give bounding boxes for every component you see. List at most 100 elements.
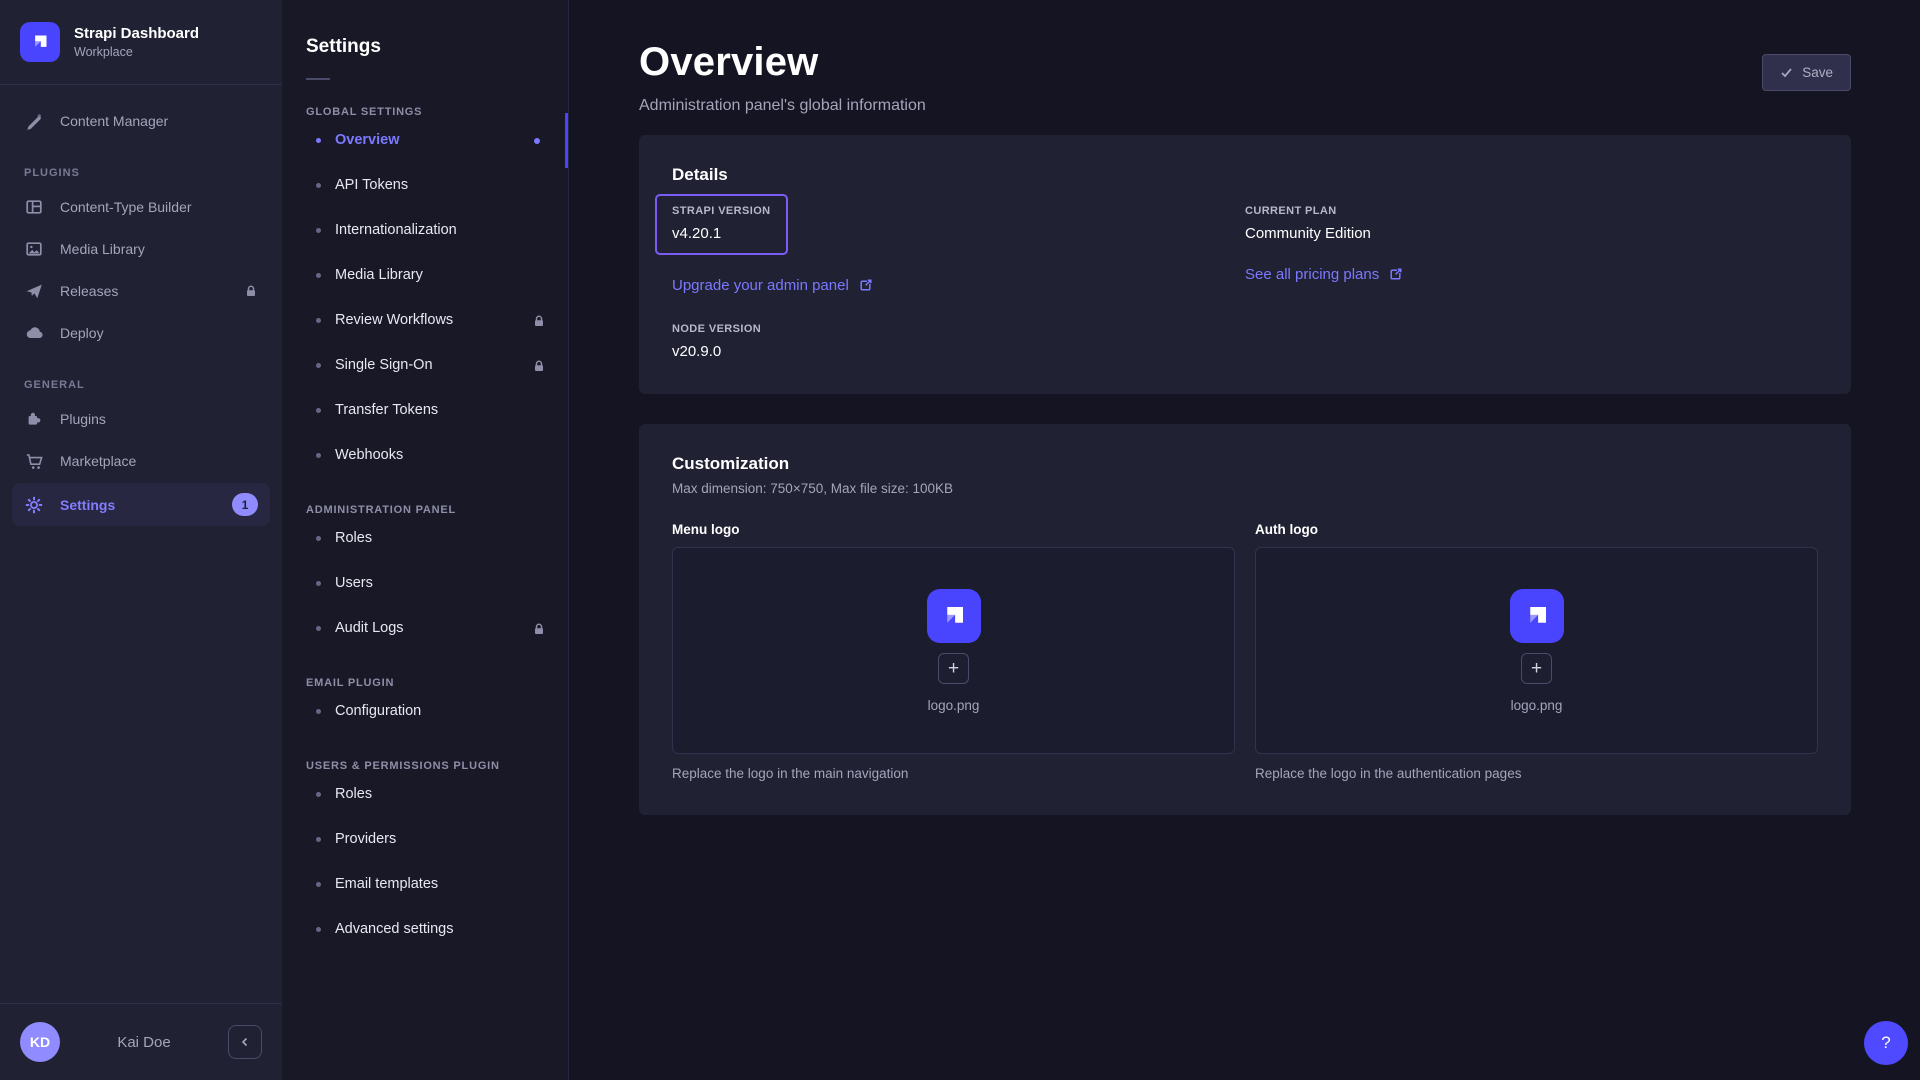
nav-item-content-type-builder[interactable]: Content-Type Builder (12, 187, 270, 227)
subnav-item-configuration[interactable]: Configuration (282, 689, 568, 734)
nav-item-label: Content Manager (60, 113, 168, 129)
nav-item-label: Content-Type Builder (60, 199, 192, 215)
subnav-item-label: Providers (335, 829, 396, 850)
bullet-icon (316, 318, 321, 323)
puzzle-icon (24, 409, 44, 429)
nav-item-label: Marketplace (60, 453, 136, 469)
nav-item-deploy[interactable]: Deploy (12, 313, 270, 353)
upgrade-admin-panel-link[interactable]: Upgrade your admin panel (672, 277, 873, 294)
subnav-item-webhooks[interactable]: Webhooks (282, 433, 568, 478)
bullet-icon (316, 228, 321, 233)
subnav-item-users[interactable]: Users (282, 561, 568, 606)
nav-item-label: Releases (60, 283, 118, 299)
collapse-sidebar-button[interactable] (228, 1025, 262, 1059)
subnav-item-email-templates[interactable]: Email templates (282, 862, 568, 907)
pricing-link-label: See all pricing plans (1245, 266, 1379, 283)
auth-logo-upload-area[interactable]: + logo.png (1255, 547, 1818, 754)
auth-logo-filename: logo.png (1511, 698, 1563, 713)
bullet-icon (316, 408, 321, 413)
paper-plane-icon (24, 281, 44, 301)
strapi-version-label: STRAPI VERSION (672, 205, 771, 217)
lock-icon (532, 359, 546, 373)
bullet-icon (316, 183, 321, 188)
subnav-item-label: Configuration (335, 701, 421, 722)
subnav-item-review-workflows[interactable]: Review Workflows (282, 298, 568, 343)
strapi-logo-icon (20, 22, 60, 62)
workspace-subtitle: Workplace (74, 45, 199, 59)
subnav-section-users-permissions-plugin: USERS & PERMISSIONS PLUGIN (282, 760, 568, 772)
add-auth-logo-button[interactable]: + (1521, 653, 1552, 684)
strapi-version-value: v4.20.1 (672, 225, 771, 242)
strapi-logo-icon (927, 589, 981, 643)
subnav-item-media-library[interactable]: Media Library (282, 253, 568, 298)
layout-icon (24, 197, 44, 217)
subnav-item-label: API Tokens (335, 175, 408, 196)
nav-item-content-manager[interactable]: Content Manager (12, 101, 270, 141)
subnav-item-label: Advanced settings (335, 919, 454, 940)
subnav-item-api-tokens[interactable]: API Tokens (282, 163, 568, 208)
gear-icon (24, 495, 44, 515)
nav-item-marketplace[interactable]: Marketplace (12, 441, 270, 481)
main-sidebar: Strapi Dashboard Workplace Content Manag… (0, 0, 282, 1080)
menu-logo-caption: Replace the logo in the main navigation (672, 766, 1235, 781)
nav-item-plugins[interactable]: Plugins (12, 399, 270, 439)
question-mark-icon: ? (1881, 1033, 1890, 1052)
pen-icon (24, 111, 44, 131)
bullet-icon (316, 453, 321, 458)
subnav-item-single-sign-on[interactable]: Single Sign-On (282, 343, 568, 388)
main-content: Overview Administration panel's global i… (569, 0, 1920, 1080)
menu-logo-upload-area[interactable]: + logo.png (672, 547, 1235, 754)
bullet-icon (316, 882, 321, 887)
subnav-item-label: Transfer Tokens (335, 400, 438, 421)
bullet-icon (316, 273, 321, 278)
bullet-icon (316, 837, 321, 842)
avatar: KD (20, 1022, 60, 1062)
workspace-header[interactable]: Strapi Dashboard Workplace (0, 0, 282, 85)
details-title: Details (672, 165, 1818, 185)
current-plan-label: CURRENT PLAN (1245, 205, 1818, 217)
add-menu-logo-button[interactable]: + (938, 653, 969, 684)
save-button[interactable]: Save (1762, 54, 1851, 91)
subnav-item-label: Users (335, 573, 373, 594)
customization-title: Customization (672, 454, 1818, 474)
subnav-item-internationalization[interactable]: Internationalization (282, 208, 568, 253)
menu-logo-filename: logo.png (928, 698, 980, 713)
nav-item-label: Plugins (60, 411, 106, 427)
subnav-title: Settings (282, 26, 568, 58)
strapi-version-highlight-box: STRAPI VERSION v4.20.1 (655, 194, 788, 255)
chevron-left-icon (239, 1036, 251, 1048)
pricing-plans-link[interactable]: See all pricing plans (1245, 266, 1403, 283)
help-button[interactable]: ? (1864, 1021, 1908, 1065)
notification-badge: 1 (232, 493, 258, 516)
subnav-item-overview[interactable]: Overview (282, 118, 568, 163)
user-panel[interactable]: KD Kai Doe (0, 1003, 282, 1080)
subnav-item-roles-admin[interactable]: Roles (282, 516, 568, 561)
save-button-label: Save (1802, 65, 1833, 80)
subnav-item-roles-up[interactable]: Roles (282, 772, 568, 817)
nav-item-label: Deploy (60, 325, 104, 341)
node-version-label: NODE VERSION (672, 323, 1245, 335)
nav-item-media-library[interactable]: Media Library (12, 229, 270, 269)
subnav-item-label: Overview (335, 130, 400, 151)
subnav-item-label: Single Sign-On (335, 355, 433, 376)
strapi-logo-icon (1510, 589, 1564, 643)
subnav-item-label: Internationalization (335, 220, 457, 241)
bullet-icon (316, 363, 321, 368)
subnav-item-advanced-settings[interactable]: Advanced settings (282, 907, 568, 952)
customization-card: Customization Max dimension: 750×750, Ma… (639, 424, 1851, 815)
subnav-section-global-settings: GLOBAL SETTINGS (282, 106, 568, 118)
nav-item-settings[interactable]: Settings 1 (12, 483, 270, 526)
subnav-item-providers[interactable]: Providers (282, 817, 568, 862)
bullet-icon (316, 927, 321, 932)
subnav-item-audit-logs[interactable]: Audit Logs (282, 606, 568, 651)
nav-item-releases[interactable]: Releases (12, 271, 270, 311)
bullet-icon (316, 626, 321, 631)
current-plan-value: Community Edition (1245, 225, 1818, 242)
subnav-section-email-plugin: EMAIL PLUGIN (282, 677, 568, 689)
subnav-item-transfer-tokens[interactable]: Transfer Tokens (282, 388, 568, 433)
customization-subtitle: Max dimension: 750×750, Max file size: 1… (672, 481, 1818, 496)
bullet-icon (316, 709, 321, 714)
subnav-item-label: Review Workflows (335, 310, 453, 331)
lock-icon (532, 314, 546, 328)
subnav-item-label: Media Library (335, 265, 423, 286)
